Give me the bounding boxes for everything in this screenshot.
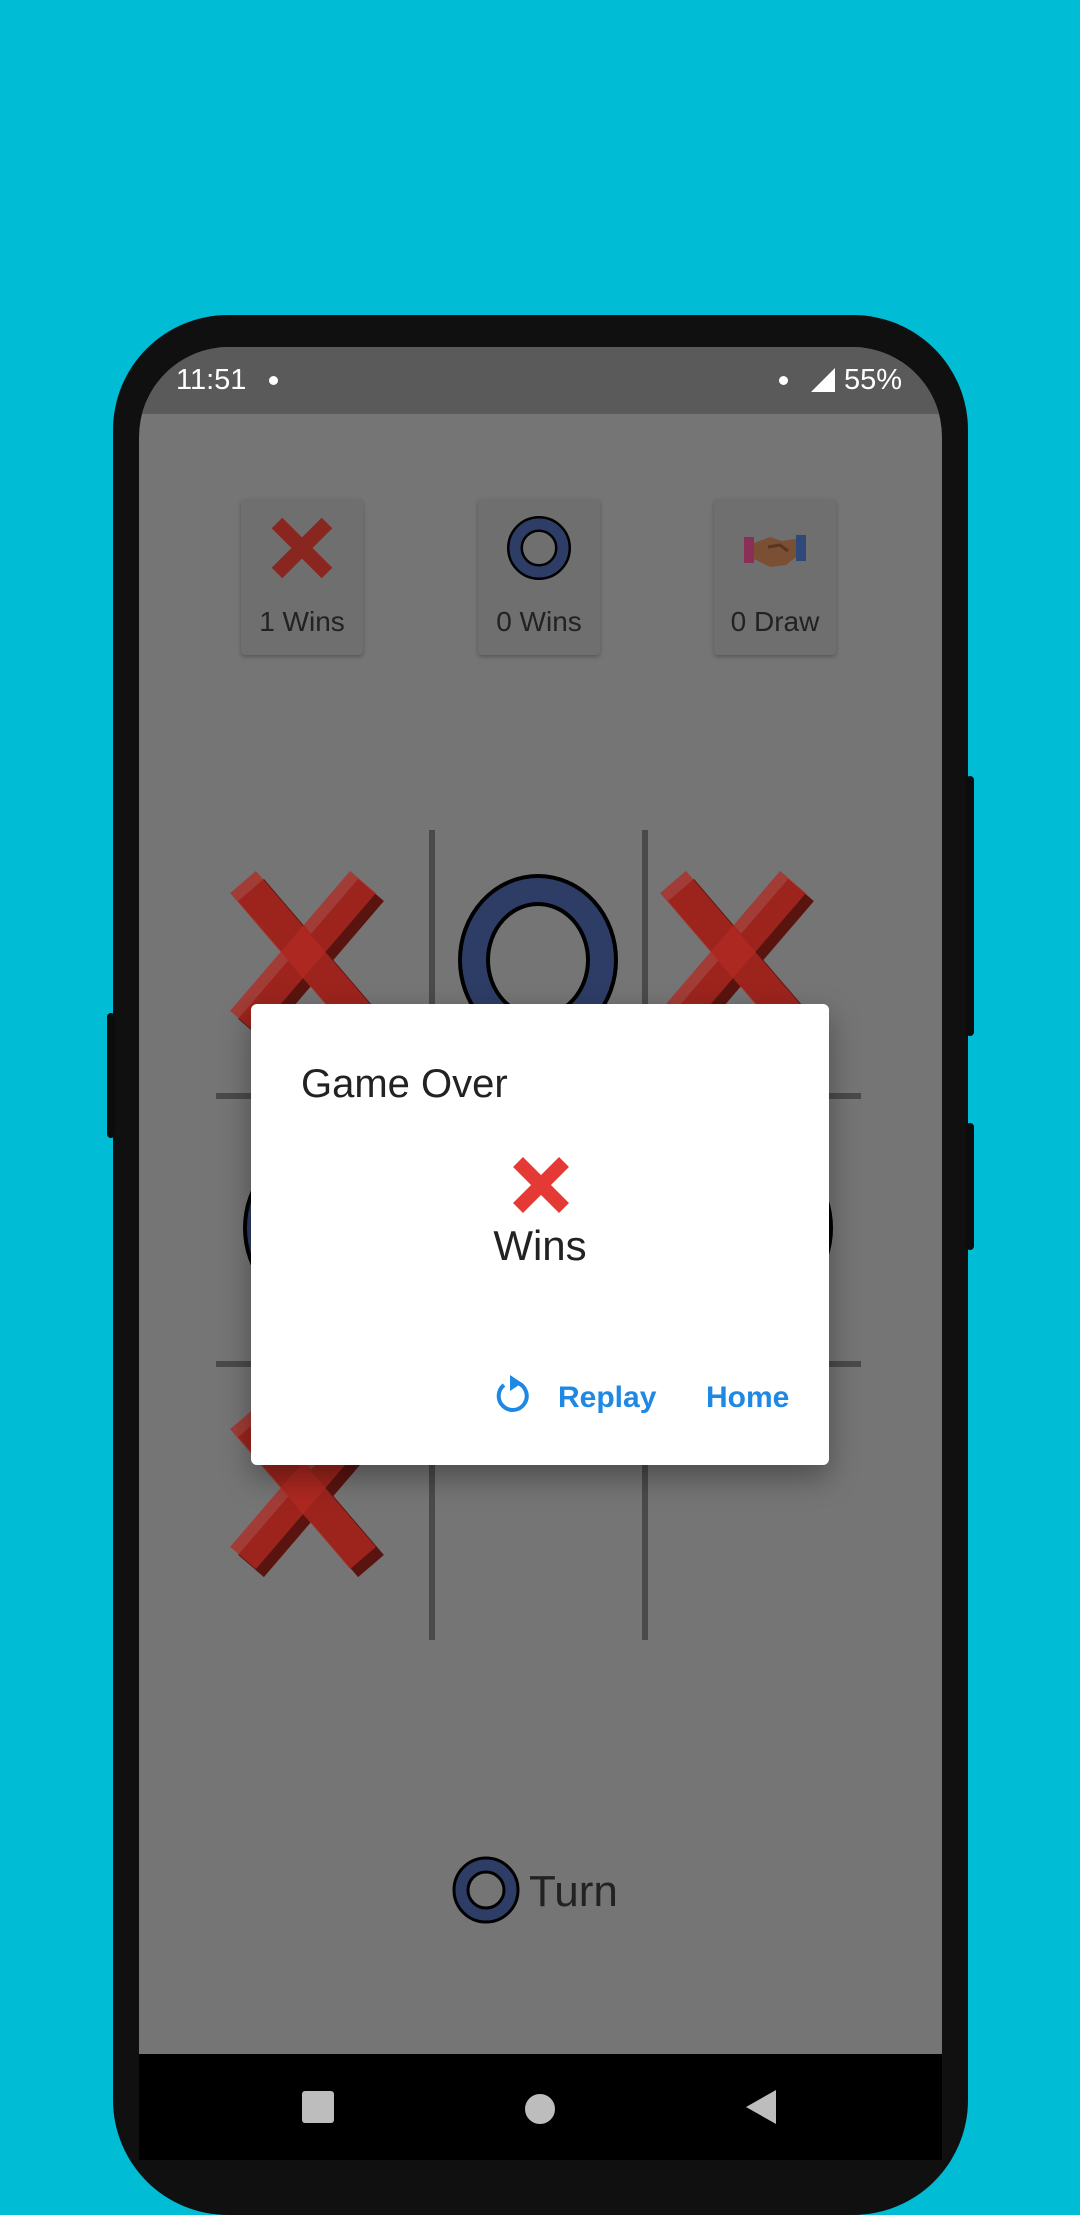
phone-side-button xyxy=(966,776,974,1036)
dialog-title: Game Over xyxy=(301,1062,508,1106)
status-time: 11:51 xyxy=(176,364,247,396)
winner-label: Wins xyxy=(493,1222,587,1269)
score-card-o: 0 Wins xyxy=(478,499,600,655)
handshake-icon xyxy=(744,535,806,567)
replay-label: Replay xyxy=(558,1381,657,1414)
game-over-dialog: Game Over Wins Replay Home xyxy=(251,1004,829,1465)
score-label-o: 0 Wins xyxy=(496,606,582,637)
score-card-x: 1 Wins xyxy=(241,499,363,655)
home-nav-button[interactable] xyxy=(521,2090,559,2128)
recents-button[interactable] xyxy=(301,2090,335,2124)
back-button[interactable] xyxy=(744,2088,778,2126)
blue-o-icon xyxy=(507,516,571,580)
status-bar: 11:51 55% xyxy=(139,347,942,414)
signal-icon xyxy=(811,368,835,392)
navigation-bar xyxy=(139,2054,942,2160)
replay-icon xyxy=(496,1375,529,1412)
battery-level: 55% xyxy=(843,364,902,396)
phone-side-button xyxy=(966,1123,974,1250)
score-label-draw: 0 Draw xyxy=(730,606,820,637)
phone-side-button xyxy=(107,1013,115,1138)
score-label-x: 1 Wins xyxy=(259,606,345,637)
notification-dot-icon xyxy=(269,376,278,385)
red-x-icon xyxy=(271,517,333,579)
score-card-draw: 0 Draw xyxy=(714,499,836,655)
red-x-icon xyxy=(513,1157,569,1213)
notification-dot-icon xyxy=(779,376,788,385)
turn-label: Turn xyxy=(529,1867,618,1916)
blue-o-icon xyxy=(452,1856,520,1924)
home-button[interactable]: Home xyxy=(706,1381,789,1415)
